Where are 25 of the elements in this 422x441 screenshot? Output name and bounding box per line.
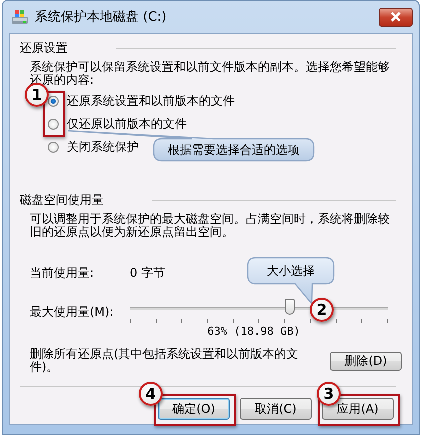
delete-button[interactable]: 删除(D) bbox=[330, 352, 402, 370]
radio-label[interactable]: 关闭系统保护 bbox=[67, 139, 139, 156]
group-heading: 磁盘空间使用量 bbox=[20, 192, 104, 209]
slider-thumb[interactable] bbox=[284, 299, 295, 315]
radio-label[interactable]: 仅还原以前版本的文件 bbox=[67, 116, 187, 133]
max-usage-label: 最大使用量(M): bbox=[30, 304, 115, 320]
radio-button[interactable] bbox=[48, 142, 59, 153]
usage-reading: 63% (18.98 GB) bbox=[206, 325, 302, 338]
callout-text: 大小选择 bbox=[266, 262, 316, 280]
callout-text: 根据需要选择合适的选项 bbox=[167, 142, 301, 158]
usage-label: 当前使用量: bbox=[30, 265, 96, 282]
description-text: 可以调整用于系统保护的最大磁盘空间。占满空间时，系统将删除较旧的还原点以便为新还原点留出空间。 bbox=[29, 211, 391, 239]
close-icon bbox=[390, 12, 402, 22]
close-button[interactable] bbox=[379, 8, 413, 26]
usage-value: 0 字节 bbox=[130, 265, 166, 282]
group-heading: 还原设置 bbox=[20, 40, 68, 57]
drive-icon bbox=[11, 9, 29, 25]
window-title: 系统保护本地磁盘 (C:) bbox=[35, 9, 168, 26]
radio-button[interactable] bbox=[48, 119, 59, 130]
dialog-button[interactable]: 确定(O) bbox=[158, 398, 230, 420]
radio-label[interactable]: 还原系统设置和以前版本的文件 bbox=[67, 93, 235, 110]
dialog-button[interactable]: 应用(A) bbox=[322, 398, 394, 420]
radio-button[interactable] bbox=[48, 96, 59, 107]
delete-description: 删除所有还原点(其中包括系统设置和以前版本的文件)。 bbox=[30, 348, 300, 374]
dialog-button[interactable]: 取消(C) bbox=[240, 398, 312, 420]
